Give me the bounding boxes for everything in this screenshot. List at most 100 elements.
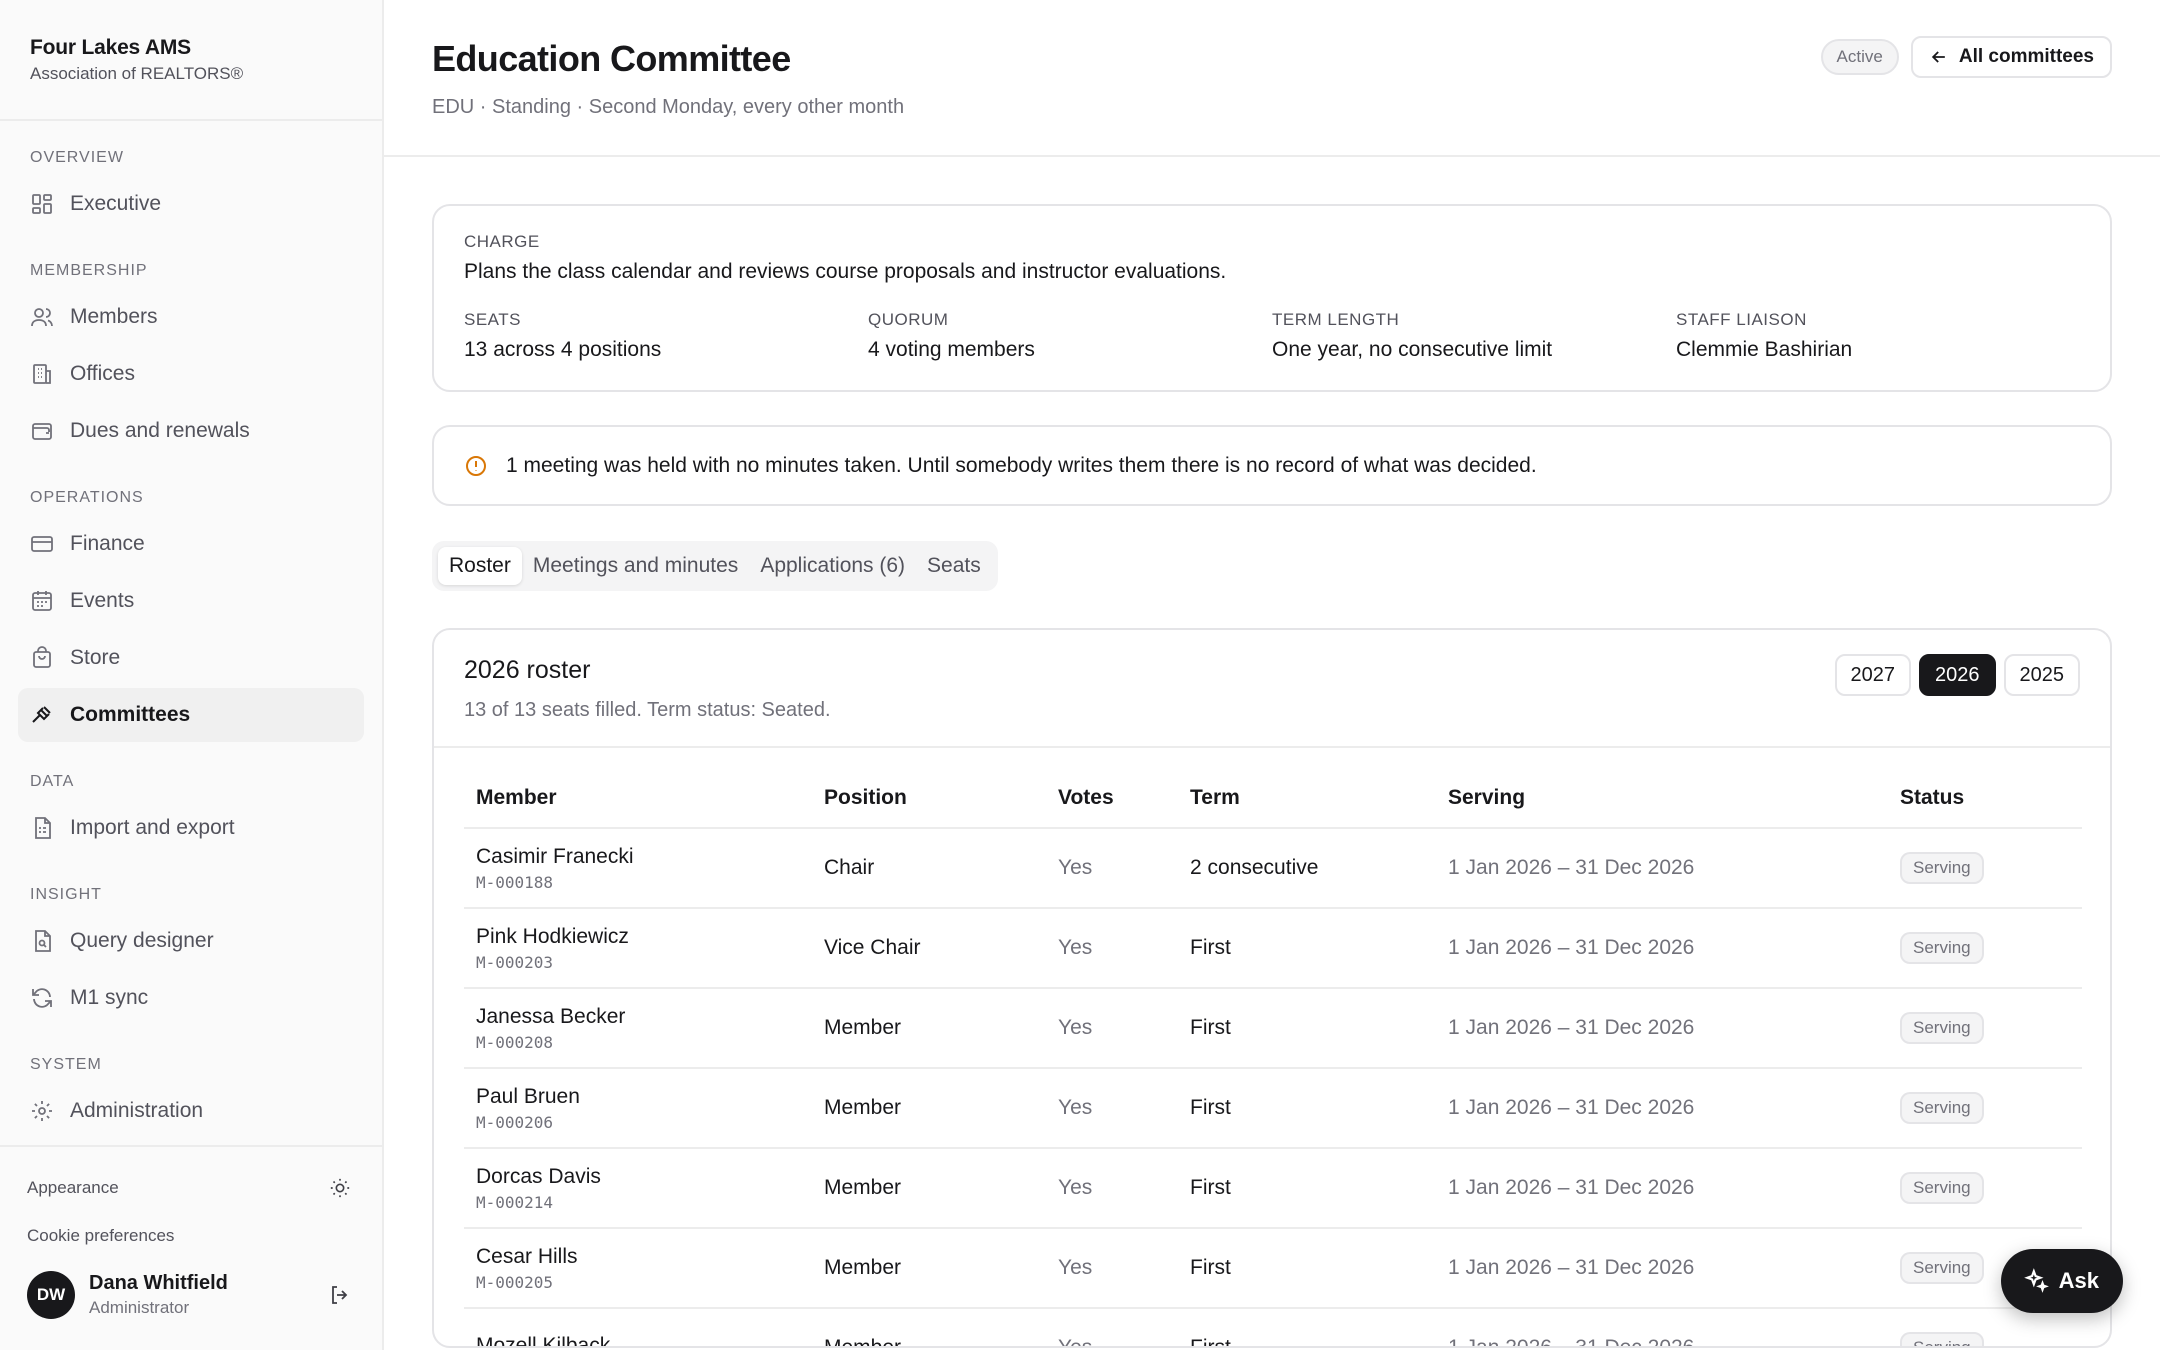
nav-section-membership: MEMBERSHIP Members Offices Dues and rene… <box>0 234 382 458</box>
column-header-status[interactable]: Status <box>1888 768 2082 829</box>
table-row[interactable]: Mozell Kilback Member Yes First 1 Jan 20… <box>464 1308 2082 1346</box>
sidebar-item-administration[interactable]: Administration <box>18 1084 364 1138</box>
status-cell: Serving <box>1888 828 2082 909</box>
member-cell: Cesar Hills M-000205 <box>464 1228 812 1309</box>
votes-cell: Yes <box>1046 1148 1178 1229</box>
brand[interactable]: Four Lakes AMS Association of REALTORS® <box>0 0 382 121</box>
gavel-icon <box>30 703 54 727</box>
year-2026-button[interactable]: 2026 <box>1919 654 1996 696</box>
sidebar-item-label: Dues and renewals <box>70 419 250 442</box>
table-row[interactable]: Janessa Becker M-000208 Member Yes First … <box>464 988 2082 1069</box>
sidebar-item-executive[interactable]: Executive <box>18 177 364 231</box>
roster-subtitle: 13 of 13 seats filled. Term status: Seat… <box>464 699 831 721</box>
member-cell: Pink Hodkiewicz M-000203 <box>464 908 812 989</box>
user-info: Dana Whitfield Administrator <box>89 1272 325 1318</box>
ask-assistant-button[interactable]: Ask <box>2000 1249 2123 1313</box>
roster-table: Member Position Votes Term Serving Statu… <box>464 768 2082 1346</box>
sidebar-item-m1-sync[interactable]: M1 sync <box>18 971 364 1025</box>
status-badge: Serving <box>1900 1172 1984 1204</box>
votes-cell: Yes <box>1046 908 1178 989</box>
sidebar-item-events[interactable]: Events <box>18 574 364 628</box>
calendar-icon <box>30 589 54 613</box>
term-cell: First <box>1178 1148 1436 1229</box>
table-row[interactable]: Paul Bruen M-000206 Member Yes First 1 Ja… <box>464 1068 2082 1149</box>
sidebar-item-committees[interactable]: Committees <box>18 688 364 742</box>
avatar[interactable]: DW <box>27 1271 75 1319</box>
position-cell: Member <box>812 1308 1046 1346</box>
serving-cell: 1 Jan 2026 – 31 Dec 2026 <box>1436 1308 1888 1346</box>
file-spreadsheet-icon <box>30 816 54 840</box>
votes-cell: Yes <box>1046 1228 1178 1309</box>
sidebar-item-import-and-export[interactable]: Import and export <box>18 801 364 855</box>
member-name[interactable]: Paul Bruen <box>476 1085 800 1109</box>
year-2027-button[interactable]: 2027 <box>1834 654 1911 696</box>
brand-name: Four Lakes AMS <box>30 36 191 59</box>
meta-label: STAFF LIAISON <box>1676 310 1807 329</box>
table-row[interactable]: Cesar Hills M-000205 Member Yes First 1 J… <box>464 1228 2082 1309</box>
status-cell: Serving <box>1888 1308 2082 1346</box>
meta-value: One year, no consecutive limit <box>1272 338 1553 361</box>
member-cell: Dorcas Davis M-000214 <box>464 1148 812 1229</box>
tab-applications[interactable]: Applications (6) <box>749 547 916 585</box>
credit-card-icon <box>30 532 54 556</box>
cookie-preferences-link[interactable]: Cookie preferences <box>27 1221 355 1251</box>
term-cell: First <box>1178 1308 1436 1346</box>
column-header-serving[interactable]: Serving <box>1436 768 1888 829</box>
term-cell: First <box>1178 988 1436 1069</box>
tab-seats[interactable]: Seats <box>916 547 992 585</box>
term-cell: First <box>1178 908 1436 989</box>
table-row[interactable]: Dorcas Davis M-000214 Member Yes First 1 … <box>464 1148 2082 1229</box>
committee-tabs: Roster Meetings and minutes Applications… <box>432 541 998 591</box>
sidebar-item-label: Members <box>70 305 158 328</box>
all-committees-button[interactable]: All committees <box>1910 36 2112 78</box>
nav-section-overview: OVERVIEW Executive <box>0 121 382 231</box>
gear-icon <box>30 1099 54 1123</box>
nav-heading: OVERVIEW <box>30 149 124 166</box>
column-header-member[interactable]: Member <box>464 768 812 829</box>
member-name[interactable]: Mozell Kilback <box>476 1334 800 1346</box>
meta-seats: SEATS 13 across 4 positions <box>464 310 868 362</box>
sun-icon[interactable] <box>325 1173 355 1203</box>
sidebar-item-dues-and-renewals[interactable]: Dues and renewals <box>18 404 364 458</box>
status-cell: Serving <box>1888 988 2082 1069</box>
tab-meetings-and-minutes[interactable]: Meetings and minutes <box>522 547 749 585</box>
alert-circle-icon <box>464 454 488 478</box>
votes-cell: Yes <box>1046 1308 1178 1346</box>
serving-cell: 1 Jan 2026 – 31 Dec 2026 <box>1436 1228 1888 1309</box>
tab-roster[interactable]: Roster <box>438 547 522 585</box>
member-name[interactable]: Pink Hodkiewicz <box>476 925 800 949</box>
sidebar-footer: Appearance Cookie preferences DW Dana Wh… <box>0 1145 382 1350</box>
table-row[interactable]: Pink Hodkiewicz M-000203 Vice Chair Yes F… <box>464 908 2082 989</box>
arrow-left-icon <box>1929 47 1949 67</box>
committee-meta: SEATS 13 across 4 positions QUORUM 4 vot… <box>464 310 2080 362</box>
status-badge: Serving <box>1900 1252 1984 1284</box>
member-name[interactable]: Dorcas Davis <box>476 1165 800 1189</box>
column-header-votes[interactable]: Votes <box>1046 768 1178 829</box>
missing-minutes-alert: 1 meeting was held with no minutes taken… <box>432 425 2112 506</box>
column-header-position[interactable]: Position <box>812 768 1046 829</box>
sidebar-item-offices[interactable]: Offices <box>18 347 364 401</box>
shopping-bag-icon <box>30 646 54 670</box>
page-header: Education Committee EDU · Standing · Sec… <box>384 0 2160 157</box>
position-cell: Chair <box>812 828 1046 909</box>
sidebar-item-finance[interactable]: Finance <box>18 517 364 571</box>
sidebar-item-label: Administration <box>70 1099 204 1122</box>
status-badge: Serving <box>1900 1092 1984 1124</box>
logout-icon[interactable] <box>325 1280 355 1310</box>
year-2025-button[interactable]: 2025 <box>2003 654 2080 696</box>
serving-cell: 1 Jan 2026 – 31 Dec 2026 <box>1436 908 1888 989</box>
sidebar-item-members[interactable]: Members <box>18 290 364 344</box>
member-name[interactable]: Cesar Hills <box>476 1245 800 1269</box>
dashboard-icon <box>30 192 54 216</box>
member-name[interactable]: Casimir Franecki <box>476 845 800 869</box>
year-selector: 2027 2026 2025 <box>1834 654 2080 696</box>
column-header-term[interactable]: Term <box>1178 768 1436 829</box>
status-cell: Serving <box>1888 1148 2082 1229</box>
sidebar-item-store[interactable]: Store <box>18 631 364 685</box>
sidebar-item-query-designer[interactable]: Query designer <box>18 914 364 968</box>
term-cell: First <box>1178 1068 1436 1149</box>
member-id: M-000208 <box>476 1032 554 1052</box>
table-row[interactable]: Casimir Franecki M-000188 Chair Yes 2 con… <box>464 828 2082 909</box>
member-name[interactable]: Janessa Becker <box>476 1005 800 1029</box>
users-icon <box>30 305 54 329</box>
